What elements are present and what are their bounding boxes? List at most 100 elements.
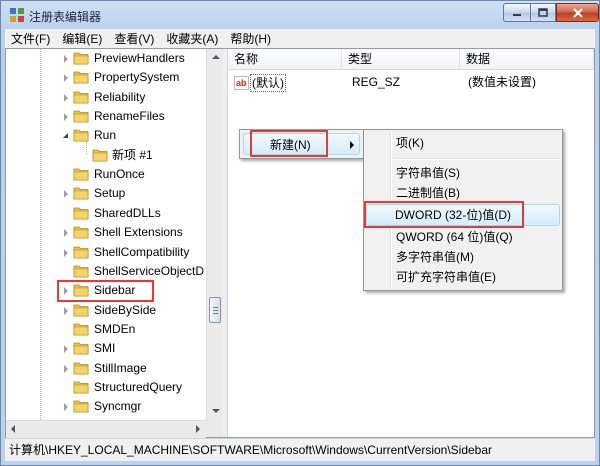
string-value-icon: ab (234, 73, 250, 91)
tree-node[interactable]: StillImage (6, 359, 206, 378)
tree-node-label: Reliability (94, 89, 146, 104)
tree-node-label: RunOnce (94, 167, 145, 182)
tree-node[interactable]: 新项 #1 (6, 146, 206, 165)
scroll-up-icon[interactable] (212, 55, 220, 59)
scroll-right-icon[interactable] (196, 425, 200, 433)
submenu-item-key-label: 项(K) (396, 136, 424, 150)
tree-node[interactable]: Run (6, 126, 206, 145)
menu-view[interactable]: 查看(V) (108, 30, 160, 48)
close-icon (572, 7, 583, 18)
maximize-button[interactable] (530, 3, 556, 22)
menu-edit[interactable]: 编辑(E) (56, 30, 108, 48)
tree-node[interactable]: Shell Extensions (6, 223, 206, 242)
folder-icon (73, 341, 89, 355)
column-header-data[interactable]: 数据 (460, 49, 594, 70)
folder-icon (73, 206, 89, 220)
minimize-icon (513, 13, 521, 16)
collapsed-arrow-icon[interactable] (64, 229, 68, 238)
tree-node[interactable]: RenameFiles (6, 107, 206, 126)
status-bar-path: 计算机\HKEY_LOCAL_MACHINE\SOFTWARE\Microsof… (5, 438, 595, 461)
submenu-arrow-icon (350, 141, 354, 149)
tree-node-label: Shell Extensions (94, 225, 183, 240)
column-header-type[interactable]: 类型 (342, 49, 460, 70)
submenu-item-string-label: 字符串值(S) (396, 166, 460, 180)
collapsed-arrow-icon[interactable] (64, 55, 68, 63)
tree-horizontal-scrollbar[interactable] (6, 420, 206, 438)
tree-node-label: SharedDLLs (94, 205, 161, 220)
tree-node[interactable]: SMI (6, 339, 206, 358)
tree-node-label: StructuredQuery (94, 379, 183, 394)
scroll-down-icon[interactable] (212, 409, 220, 413)
folder-icon (73, 225, 89, 239)
menu-favorites[interactable]: 收藏夹(A) (160, 30, 224, 48)
menu-bar: 文件(F) 编辑(E) 查看(V) 收藏夹(A) 帮助(H) (5, 29, 595, 49)
tree-node-label: ShellCompatibility (94, 244, 190, 259)
maximize-icon (538, 8, 548, 17)
tree-node[interactable]: Syncmgr (6, 397, 206, 416)
folder-icon (73, 186, 89, 200)
collapsed-arrow-icon[interactable] (64, 74, 68, 83)
tree-node[interactable]: RunOnce (6, 165, 206, 184)
tree-node-label: PreviewHandlers (94, 51, 185, 65)
tree-node-label: ShellServiceObjectD (94, 263, 205, 278)
tree-node-label: Run (94, 128, 117, 143)
folder-icon (73, 264, 89, 278)
submenu-item-qword-label: QWORD (64 位)值(Q) (396, 230, 513, 244)
submenu-item-expandstring-label: 可扩充字符串值(E) (396, 270, 496, 284)
folder-icon (73, 322, 89, 336)
value-name-default[interactable]: (默认) (250, 74, 286, 92)
tree-node-label: SideBySide (94, 302, 157, 317)
tree-node-label: SMDEn (94, 321, 136, 336)
tree-scroll-thumb[interactable] (209, 297, 221, 323)
folder-icon (73, 70, 89, 84)
close-button[interactable] (556, 3, 599, 22)
scroll-left-icon[interactable] (11, 425, 15, 433)
folder-icon (73, 109, 89, 123)
folder-icon (92, 148, 108, 162)
menu-file[interactable]: 文件(F) (5, 30, 56, 48)
expanded-arrow-icon[interactable] (63, 133, 68, 139)
window-title: 注册表编辑器 (29, 10, 102, 24)
folder-icon (73, 399, 89, 413)
tree-node[interactable]: ShellServiceObjectD (6, 262, 206, 281)
registry-tree[interactable]: PreviewHandlers PropertySystem Reliability… (6, 49, 206, 437)
tree-node-label: Setup (94, 186, 126, 201)
highlight-box-new (250, 130, 328, 157)
collapsed-arrow-icon[interactable] (64, 403, 68, 412)
tree-node[interactable]: ShellCompatibility (6, 243, 206, 262)
tree-node[interactable]: PropertySystem (6, 68, 206, 87)
tree-node[interactable]: Reliability (6, 88, 206, 107)
folder-icon (73, 51, 89, 65)
collapsed-arrow-icon[interactable] (64, 345, 68, 354)
tree-node[interactable]: PreviewHandlers (6, 49, 206, 68)
tree-node-label: 新项 #1 (112, 147, 153, 162)
tree-node[interactable]: SharedDLLs (6, 204, 206, 223)
tree-node[interactable]: SideBySide (6, 301, 206, 320)
folder-icon (73, 167, 89, 181)
collapsed-arrow-icon[interactable] (64, 248, 68, 257)
menu-help[interactable]: 帮助(H) (224, 30, 277, 48)
string-value-icon-text: ab (234, 76, 249, 90)
tree-vertical-scrollbar[interactable] (206, 49, 224, 420)
tree-node[interactable]: StructuredQuery (6, 378, 206, 397)
folder-icon (73, 380, 89, 394)
tree-node[interactable]: Setup (6, 184, 206, 203)
submenu-separator (394, 158, 559, 160)
value-data: (数值未设置) (468, 75, 536, 89)
collapsed-arrow-icon[interactable] (64, 306, 68, 315)
tree-node[interactable]: SMDEn (6, 320, 206, 339)
folder-icon (73, 361, 89, 375)
collapsed-arrow-icon[interactable] (64, 364, 68, 373)
collapsed-arrow-icon[interactable] (64, 113, 68, 122)
minimize-button[interactable] (503, 3, 530, 22)
tree-node-label: StillImage (94, 360, 147, 375)
tree-node-label: SMI (94, 341, 116, 356)
collapsed-arrow-icon[interactable] (64, 190, 68, 199)
folder-icon (73, 245, 89, 259)
highlight-box-sidebar (57, 280, 154, 303)
tree-node-label: Syncmgr (94, 399, 142, 414)
column-header-name[interactable]: 名称 (228, 49, 342, 70)
tree-node-label: PropertySystem (94, 70, 180, 85)
folder-icon (73, 303, 89, 317)
collapsed-arrow-icon[interactable] (64, 93, 68, 102)
